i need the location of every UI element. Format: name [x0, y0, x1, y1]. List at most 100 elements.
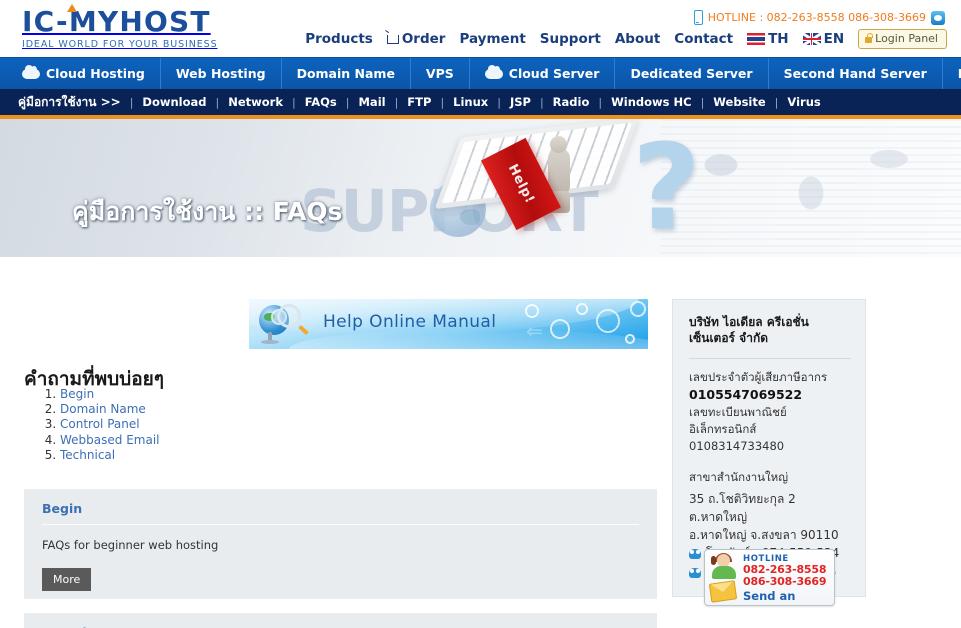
faq-link-label: Technical [60, 447, 116, 462]
topnav-item-products[interactable]: Products [305, 31, 373, 47]
subnav-label: Website [713, 95, 766, 109]
messenger-icon[interactable] [931, 10, 945, 25]
subnav-label: Windows HC [611, 95, 692, 109]
hotline-card-text: HOTLINE 082-263-8558 086-308-3669 Send a… [743, 554, 834, 605]
page-title: คู่มือการใช้งาน :: FAQs [72, 197, 343, 226]
language-switch-en[interactable]: EN [802, 31, 845, 47]
lock-icon [865, 33, 873, 43]
login-panel-button[interactable]: Login Panel [858, 29, 947, 49]
subnav-label: JSP [509, 95, 531, 109]
subnav-item-ftp[interactable]: FTP [398, 95, 440, 109]
company-name: บริษัท ไอเดียล ครีเอชั่น เซ็นเตอร์ จำกัด [689, 315, 809, 345]
topnav-label: Support [539, 31, 601, 47]
telephone-icon [689, 548, 701, 559]
hero-banner: SUPPORT ? Help! [0, 119, 961, 257]
language-switch-th[interactable]: TH [747, 31, 789, 47]
hotline-card-number-2: 086-308-3669 [743, 575, 827, 588]
section-title: Begin [42, 501, 83, 516]
logo-wordmark: IC-MYHOST [22, 4, 218, 37]
uk-flag-icon [802, 33, 821, 45]
subnav-item-jsp[interactable]: JSP [501, 95, 540, 109]
section-divider [42, 524, 639, 525]
subnav-label: Mail [358, 95, 386, 109]
faq-index-list: Begin Domain Name Control Panel Webbased… [34, 388, 160, 464]
hero-world-map-graphic [661, 119, 961, 257]
tax-id-label: เลขประจำตัวผู้เสียภาษีอากร [689, 370, 828, 384]
top-navigation: Products Order Payment Support About Con… [305, 29, 947, 49]
ecommerce-reg-value: 0108314733480 [689, 439, 785, 453]
sub-navigation: คู่มือการใช้งาน >> | Download | Network … [0, 89, 961, 115]
nav-item-domain-name[interactable]: Domain Name [282, 58, 411, 89]
faq-link-webbased-email[interactable]: Webbased Email [60, 433, 160, 447]
faq-link-control-panel[interactable]: Control Panel [60, 417, 140, 431]
page-root: IC-MYHOST IDEAL WORLD FOR YOUR BUSINESS … [0, 0, 961, 628]
send-email-label: Send an Email [743, 589, 796, 605]
subnav-item-manual[interactable]: คู่มือการใช้งาน >> [14, 93, 130, 112]
list-item: Webbased Email [60, 434, 160, 446]
nav-item-ecommerce[interactable]: Ecommerce [943, 58, 961, 89]
more-button[interactable]: More [42, 568, 92, 591]
faq-link-domain-name[interactable]: Domain Name [60, 402, 146, 416]
thailand-flag-icon [747, 33, 766, 45]
subnav-label: Virus [787, 95, 821, 109]
support-agent-icon [710, 553, 738, 579]
list-item: Control Panel [60, 418, 160, 430]
cloud-icon [484, 64, 503, 79]
topnav-item-order[interactable]: Order [386, 31, 445, 47]
site-logo[interactable]: IC-MYHOST IDEAL WORLD FOR YOUR BUSINESS [22, 4, 218, 50]
subnav-label: Linux [453, 95, 489, 109]
lang-label-en: EN [823, 31, 845, 47]
topnav-item-support[interactable]: Support [540, 31, 601, 47]
subnav-label: Network [228, 95, 283, 109]
subnav-item-network[interactable]: Network [219, 95, 292, 109]
subnav-label: FTP [407, 95, 432, 109]
cloud-icon [22, 64, 40, 79]
topnav-label: Payment [459, 31, 526, 47]
faq-link-label: Control Panel [60, 417, 140, 432]
topnav-item-about[interactable]: About [615, 31, 660, 47]
sidebar-divider [689, 358, 851, 359]
subnav-item-faqs[interactable]: FAQs [296, 95, 346, 109]
section-description: FAQs for beginner web hosting [42, 538, 219, 552]
login-panel-label: Login Panel [875, 32, 938, 45]
subnav-label: FAQs [304, 95, 337, 109]
topnav-item-contact[interactable]: Contact [674, 31, 733, 47]
nav-item-dedicated-server[interactable]: Dedicated Server [615, 58, 769, 89]
lang-label-th: TH [768, 31, 789, 47]
main-navigation: Cloud Hosting Web Hosting Domain Name VP… [0, 57, 961, 89]
subnav-item-radio[interactable]: Radio [544, 95, 599, 109]
subnav-label: Radio [552, 95, 590, 109]
faq-link-begin[interactable]: Begin [60, 387, 94, 401]
branch-label: สาขาสำนักงานใหญ่ [689, 470, 789, 484]
nav-item-vps[interactable]: VPS [411, 58, 470, 89]
faq-link-technical[interactable]: Technical [60, 448, 115, 462]
subnav-item-windows-hc[interactable]: Windows HC [602, 95, 700, 109]
mobile-phone-icon [693, 10, 703, 25]
header-hotline: HOTLINE : 082-263-8558 086-308-3669 [693, 10, 945, 25]
subnav-item-website[interactable]: Website [704, 95, 774, 109]
hotline-email-banner[interactable]: HOTLINE 082-263-8558 086-308-3669 Send a… [704, 549, 835, 606]
hero-question-mark-graphic: ? [632, 119, 701, 256]
subnav-item-virus[interactable]: Virus [778, 95, 829, 109]
nav-item-second-hand-server[interactable]: Second Hand Server [769, 58, 943, 89]
address-line-1: 35 ถ.โชติวิทยะกุล 2 ต.หาดใหญ่ [689, 492, 796, 524]
nav-label: Second Hand Server [783, 66, 927, 81]
subnav-item-download[interactable]: Download [133, 95, 215, 109]
topnav-label: Products [305, 31, 373, 47]
topnav-item-payment[interactable]: Payment [459, 31, 525, 47]
site-header: IC-MYHOST IDEAL WORLD FOR YOUR BUSINESS … [0, 0, 961, 57]
topnav-label: About [614, 31, 661, 47]
list-item: Domain Name [60, 403, 160, 415]
nav-label: Web Hosting [175, 66, 266, 81]
ecommerce-reg-label: เลขทะเบียนพาณิชย์อิเล็กทรอนิกส์ [689, 405, 787, 436]
subnav-item-linux[interactable]: Linux [444, 95, 497, 109]
hero-help-sign-text: Help! [504, 161, 538, 207]
faq-link-label: Webbased Email [60, 432, 160, 447]
nav-item-web-hosting[interactable]: Web Hosting [161, 58, 282, 89]
envelope-icon [708, 580, 738, 603]
nav-item-cloud-server[interactable]: Cloud Server [470, 58, 616, 89]
magnifier-icon [277, 304, 301, 328]
subnav-item-mail[interactable]: Mail [349, 95, 394, 109]
help-online-manual-banner: Help Online Manual ⇐ [249, 299, 648, 349]
nav-item-cloud-hosting[interactable]: Cloud Hosting [0, 58, 161, 89]
